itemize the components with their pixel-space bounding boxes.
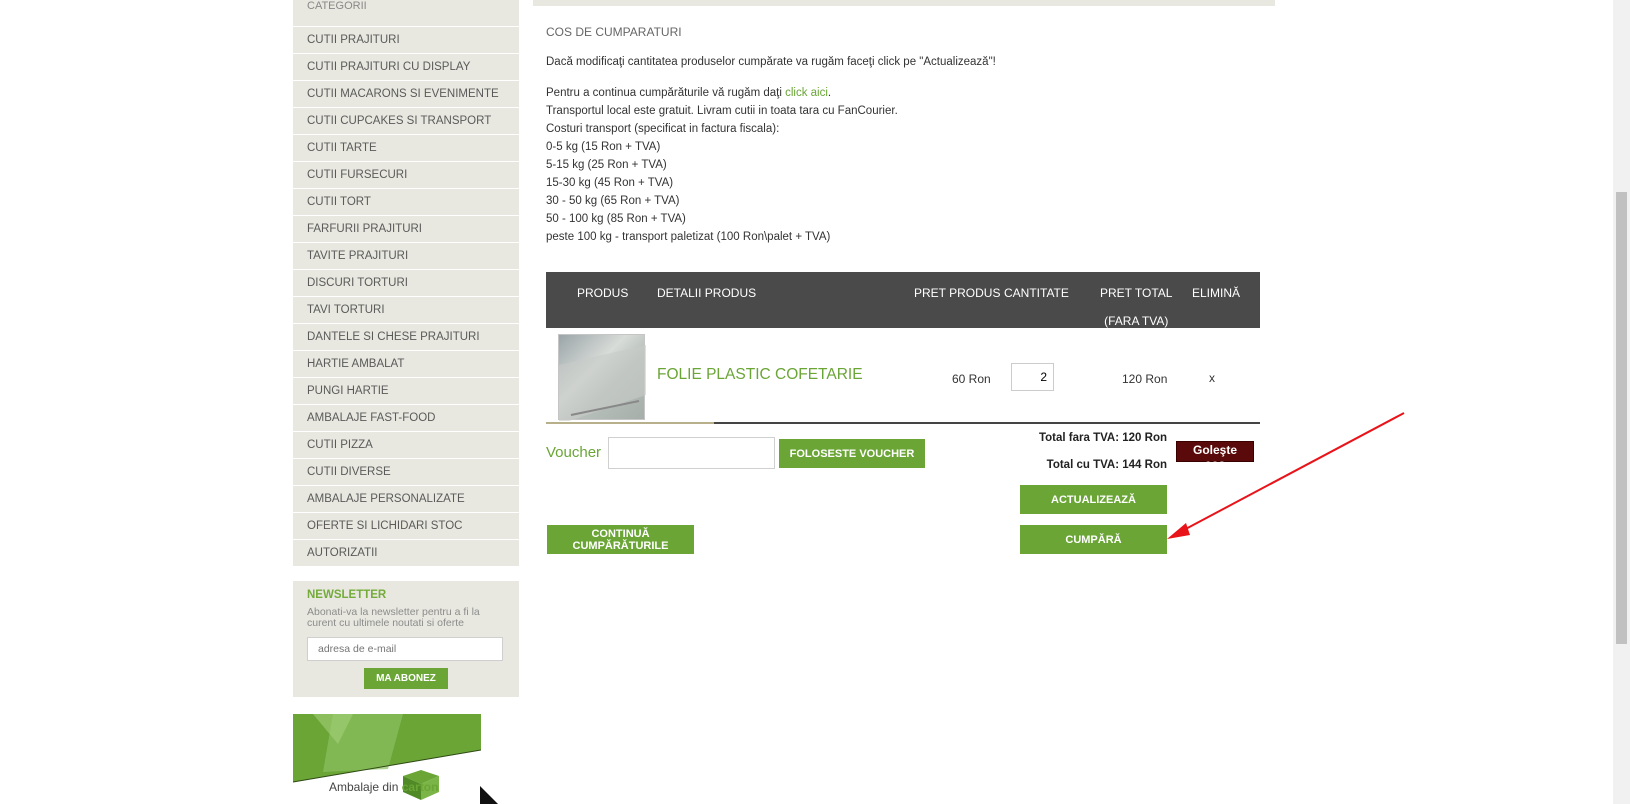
column-header-total: PRET TOTAL (FARA TVA)	[1100, 286, 1173, 328]
sidebar-item-hartie-ambalat[interactable]: HARTIE AMBALAT	[293, 350, 519, 377]
mouse-cursor-icon	[480, 786, 498, 804]
sidebar-item-cutii-diverse[interactable]: CUTII DIVERSE	[293, 458, 519, 485]
product-price: 60 Ron	[952, 372, 991, 386]
sidebar-item-autorizatii[interactable]: AUTORIZATII	[293, 539, 519, 566]
continue-shopping-button[interactable]: CONTINUĂ CUMPĂRĂTURILE	[547, 525, 694, 554]
apply-voucher-button[interactable]: FOLOSESTE VOUCHER	[779, 439, 925, 468]
sidebar-item-tavi-torturi[interactable]: TAVI TORTURI	[293, 296, 519, 323]
continue-shopping-link[interactable]: click aici	[785, 87, 828, 99]
sidebar-item-ambalaje-fast-food[interactable]: AMBALAJE FAST-FOOD	[293, 404, 519, 431]
sidebar-item-dantele[interactable]: DANTELE SI CHESE PRAJITURI	[293, 323, 519, 350]
newsletter-box: NEWSLETTER Abonati-va la newsletter pent…	[293, 581, 519, 697]
shipping-info: Pentru a continua cumpărăturile vă rugăm…	[546, 84, 898, 246]
scrollbar-thumb[interactable]	[1616, 192, 1627, 644]
shipping-line: Transportul local este gratuit. Livram c…	[546, 105, 898, 117]
continue-shopping-line: Pentru a continua cumpărăturile vă rugăm…	[546, 87, 832, 99]
row-accent-line	[546, 422, 714, 424]
shipping-line: peste 100 kg - transport paletizat (100 …	[546, 231, 831, 243]
carton-banner[interactable]: Ambalaje din carton	[293, 714, 481, 804]
newsletter-description: Abonati-va la newsletter pentru a fi la …	[307, 606, 480, 629]
category-sidebar: CATEGORII CUTII PRAJITURI CUTII PRAJITUR…	[293, 0, 519, 566]
sidebar-item-farfurii-prajituri[interactable]: FARFURII PRAJITURI	[293, 215, 519, 242]
column-header-product: PRODUS	[577, 286, 629, 300]
cart-table: PRODUS DETALII PRODUS PRET PRODUS CANTIT…	[546, 272, 1260, 424]
total-with-vat: Total cu TVA: 144 Ron	[1046, 459, 1167, 471]
shipping-line: 5-15 kg (25 Ron + TVA)	[546, 159, 667, 171]
column-header-price: PRET PRODUS	[914, 286, 1001, 300]
update-cart-button[interactable]: ACTUALIZEAZĂ	[1020, 485, 1167, 514]
shipping-line: 15-30 kg (45 Ron + TVA)	[546, 177, 674, 189]
sidebar-item-oferte[interactable]: OFERTE SI LICHIDARI STOC	[293, 512, 519, 539]
top-bar	[533, 0, 1275, 6]
column-header-quantity: CANTITATE	[1004, 286, 1069, 300]
sidebar-item-cutii-cupcakes[interactable]: CUTII CUPCAKES SI TRANSPORT	[293, 107, 519, 134]
empty-cart-button[interactable]: Goleşte coş	[1176, 441, 1254, 471]
product-thumbnail[interactable]	[558, 334, 646, 421]
product-image	[559, 345, 646, 421]
sidebar-item-tavite-prajituri[interactable]: TAVITE PRAJITURI	[293, 242, 519, 269]
sidebar-item-cutii-pizza[interactable]: CUTII PIZZA	[293, 431, 519, 458]
category-header: CATEGORII	[307, 0, 367, 12]
buy-button[interactable]: CUMPĂRĂ	[1020, 525, 1167, 554]
sidebar-item-cutii-tarte[interactable]: CUTII TARTE	[293, 134, 519, 161]
sidebar-item-discuri-torturi[interactable]: DISCURI TORTURI	[293, 269, 519, 296]
total-without-vat: Total fara TVA: 120 Ron	[1038, 432, 1167, 444]
shipping-line: Costuri transport (specificat in factura…	[546, 123, 780, 135]
remove-item-button[interactable]: x	[1209, 371, 1215, 385]
cart-table-header: PRODUS DETALII PRODUS PRET PRODUS CANTIT…	[546, 272, 1260, 328]
sidebar-item-cutii-prajituri[interactable]: CUTII PRAJITURI	[293, 26, 519, 53]
subscribe-button[interactable]: MA ABONEZ	[364, 668, 448, 689]
sidebar-item-cutii-fursecuri[interactable]: CUTII FURSECURI	[293, 161, 519, 188]
shipping-line: 0-5 kg (15 Ron + TVA)	[546, 141, 661, 153]
column-header-details: DETALII PRODUS	[657, 286, 757, 300]
newsletter-email-input[interactable]	[307, 637, 503, 661]
sidebar-item-pungi-hartie[interactable]: PUNGI HARTIE	[293, 377, 519, 404]
sidebar-item-cutii-prajituri-display[interactable]: CUTII PRAJITURI CU DISPLAY	[293, 53, 519, 80]
quantity-input[interactable]	[1011, 363, 1054, 391]
sidebar-item-ambalaje-personalizate[interactable]: AMBALAJE PERSONALIZATE	[293, 485, 519, 512]
product-total: 120 Ron	[1122, 372, 1168, 386]
shipping-line: 30 - 50 kg (65 Ron + TVA)	[546, 195, 680, 207]
newsletter-title: NEWSLETTER	[307, 589, 387, 601]
page-title: COS DE CUMPARATURI	[546, 25, 682, 39]
sidebar-item-cutii-tort[interactable]: CUTII TORT	[293, 188, 519, 215]
sidebar-item-cutii-macarons[interactable]: CUTII MACARONS SI EVENIMENTE	[293, 80, 519, 107]
shipping-line: 50 - 100 kg (85 Ron + TVA)	[546, 213, 686, 225]
column-header-remove: ELIMINĂ	[1192, 286, 1241, 300]
voucher-input[interactable]	[608, 437, 775, 469]
table-row: FOLIE PLASTIC COFETARIE 60 Ron 120 Ron x	[546, 328, 1260, 424]
banner-text: Ambalaje din carton	[329, 780, 439, 794]
voucher-label: Voucher	[546, 444, 602, 461]
update-notice: Dacă modificaţi cantitatea produselor cu…	[546, 56, 996, 68]
product-name-link[interactable]: FOLIE PLASTIC COFETARIE	[657, 366, 863, 384]
